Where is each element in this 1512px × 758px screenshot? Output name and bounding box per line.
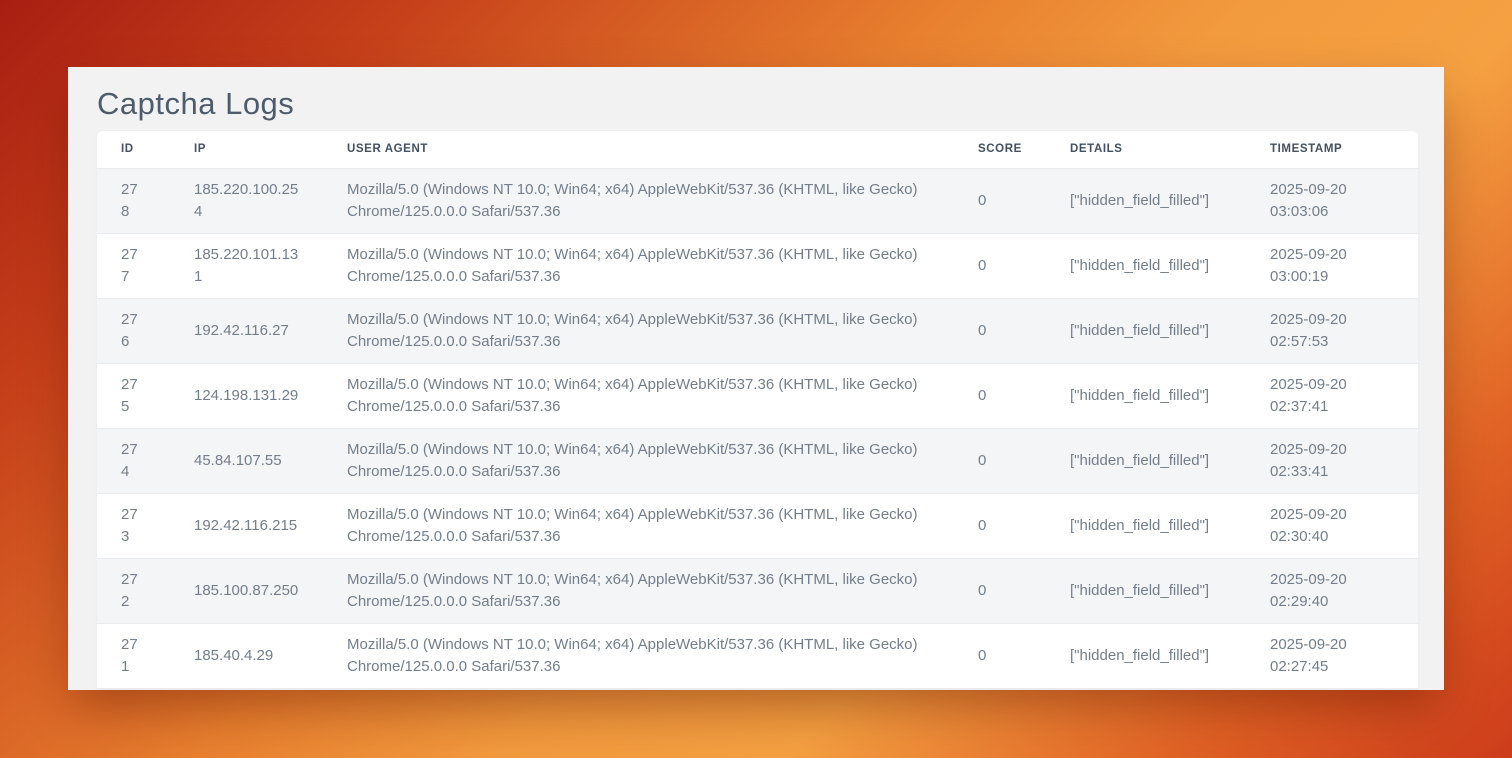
- cell-details: ["hidden_field_filled"]: [1046, 169, 1246, 234]
- table-row: 27445.84.107.55Mozilla/5.0 (Windows NT 1…: [97, 429, 1418, 494]
- cell-ip: 124.198.131.29: [170, 364, 323, 429]
- column-header-ip: IP: [170, 131, 323, 169]
- page-background: Captcha Logs IDIPUSER AGENTSCOREDETAILST…: [0, 0, 1512, 758]
- column-header-timestamp: TIMESTAMP: [1246, 131, 1418, 169]
- cell-score: 0: [954, 494, 1046, 559]
- cell-ip: 185.220.101.131: [170, 234, 323, 299]
- cell-details: ["hidden_field_filled"]: [1046, 624, 1246, 689]
- cell-ip: 192.42.116.215: [170, 494, 323, 559]
- cell-id: 271: [97, 624, 170, 689]
- table-row: 277185.220.101.131Mozilla/5.0 (Windows N…: [97, 234, 1418, 299]
- cell-user_agent: Mozilla/5.0 (Windows NT 10.0; Win64; x64…: [323, 494, 954, 559]
- cell-details: ["hidden_field_filled"]: [1046, 494, 1246, 559]
- cell-id: 277: [97, 234, 170, 299]
- page-title: Captcha Logs: [68, 67, 1444, 131]
- cell-user_agent: Mozilla/5.0 (Windows NT 10.0; Win64; x64…: [323, 234, 954, 299]
- table-row: 271185.40.4.29Mozilla/5.0 (Windows NT 10…: [97, 624, 1418, 689]
- cell-user_agent: Mozilla/5.0 (Windows NT 10.0; Win64; x64…: [323, 429, 954, 494]
- cell-score: 0: [954, 364, 1046, 429]
- cell-details: ["hidden_field_filled"]: [1046, 299, 1246, 364]
- cell-timestamp: 2025-09-20 02:37:41: [1246, 364, 1418, 429]
- cell-score: 0: [954, 624, 1046, 689]
- cell-id: 278: [97, 169, 170, 234]
- column-header-user_agent: USER AGENT: [323, 131, 954, 169]
- captcha-logs-card: Captcha Logs IDIPUSER AGENTSCOREDETAILST…: [68, 67, 1444, 690]
- table-row: 276192.42.116.27Mozilla/5.0 (Windows NT …: [97, 299, 1418, 364]
- cell-id: 275: [97, 364, 170, 429]
- column-header-score: SCORE: [954, 131, 1046, 169]
- cell-score: 0: [954, 299, 1046, 364]
- table-row: 278185.220.100.254Mozilla/5.0 (Windows N…: [97, 169, 1418, 234]
- cell-user_agent: Mozilla/5.0 (Windows NT 10.0; Win64; x64…: [323, 299, 954, 364]
- cell-timestamp: 2025-09-20 02:33:41: [1246, 429, 1418, 494]
- cell-details: ["hidden_field_filled"]: [1046, 559, 1246, 624]
- logs-table-container: IDIPUSER AGENTSCOREDETAILSTIMESTAMP 2781…: [97, 131, 1418, 689]
- cell-score: 0: [954, 234, 1046, 299]
- cell-score: 0: [954, 169, 1046, 234]
- cell-user_agent: Mozilla/5.0 (Windows NT 10.0; Win64; x64…: [323, 559, 954, 624]
- cell-score: 0: [954, 559, 1046, 624]
- column-header-id: ID: [97, 131, 170, 169]
- table-row: 272185.100.87.250Mozilla/5.0 (Windows NT…: [97, 559, 1418, 624]
- table-header-row: IDIPUSER AGENTSCOREDETAILSTIMESTAMP: [97, 131, 1418, 169]
- table-row: 273192.42.116.215Mozilla/5.0 (Windows NT…: [97, 494, 1418, 559]
- cell-timestamp: 2025-09-20 02:27:45: [1246, 624, 1418, 689]
- cell-user_agent: Mozilla/5.0 (Windows NT 10.0; Win64; x64…: [323, 364, 954, 429]
- cell-timestamp: 2025-09-20 02:57:53: [1246, 299, 1418, 364]
- cell-timestamp: 2025-09-20 02:30:40: [1246, 494, 1418, 559]
- cell-ip: 185.40.4.29: [170, 624, 323, 689]
- cell-ip: 185.100.87.250: [170, 559, 323, 624]
- cell-id: 273: [97, 494, 170, 559]
- cell-timestamp: 2025-09-20 03:00:19: [1246, 234, 1418, 299]
- column-header-details: DETAILS: [1046, 131, 1246, 169]
- cell-ip: 185.220.100.254: [170, 169, 323, 234]
- cell-details: ["hidden_field_filled"]: [1046, 364, 1246, 429]
- table-row: 275124.198.131.29Mozilla/5.0 (Windows NT…: [97, 364, 1418, 429]
- captcha-logs-table: IDIPUSER AGENTSCOREDETAILSTIMESTAMP 2781…: [97, 131, 1418, 689]
- cell-details: ["hidden_field_filled"]: [1046, 429, 1246, 494]
- cell-id: 272: [97, 559, 170, 624]
- cell-id: 276: [97, 299, 170, 364]
- cell-timestamp: 2025-09-20 02:29:40: [1246, 559, 1418, 624]
- cell-ip: 192.42.116.27: [170, 299, 323, 364]
- cell-user_agent: Mozilla/5.0 (Windows NT 10.0; Win64; x64…: [323, 169, 954, 234]
- cell-timestamp: 2025-09-20 03:03:06: [1246, 169, 1418, 234]
- cell-user_agent: Mozilla/5.0 (Windows NT 10.0; Win64; x64…: [323, 624, 954, 689]
- cell-details: ["hidden_field_filled"]: [1046, 234, 1246, 299]
- cell-id: 274: [97, 429, 170, 494]
- cell-score: 0: [954, 429, 1046, 494]
- cell-ip: 45.84.107.55: [170, 429, 323, 494]
